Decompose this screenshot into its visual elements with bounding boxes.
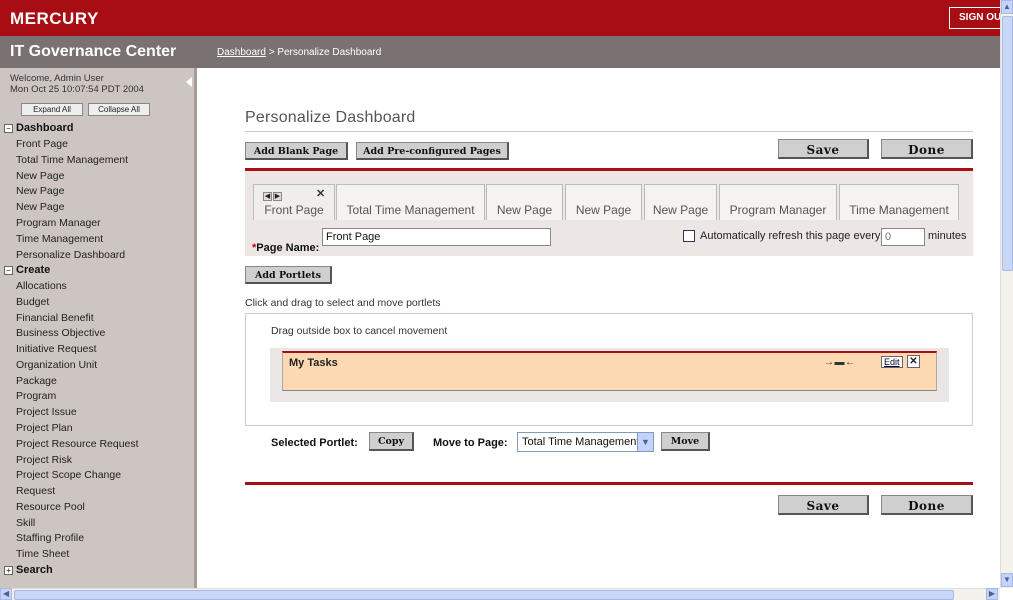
save-button-bottom[interactable]: Save (778, 495, 869, 515)
sidebar-item-front-page[interactable]: Front Page (16, 138, 68, 150)
auto-refresh-checkbox[interactable] (683, 230, 695, 242)
page-title: Personalize Dashboard (245, 109, 416, 126)
page-name-label: *Page Name: (252, 242, 320, 254)
sidebar-item-project-plan[interactable]: Project Plan (16, 422, 73, 434)
sidebar-item-time-sheet[interactable]: Time Sheet (16, 548, 69, 560)
app-title: IT Governance Center (10, 43, 177, 60)
sidebar-item-skill[interactable]: Skill (16, 517, 35, 529)
sidebar-item-staffing-profile[interactable]: Staffing Profile (16, 532, 84, 544)
vertical-scrollbar[interactable]: ▲ ▼ (1000, 0, 1013, 588)
scroll-right-icon[interactable]: ▶ (986, 588, 998, 600)
move-to-page-value: Total Time Management (522, 436, 640, 448)
done-button-bottom[interactable]: Done (881, 495, 973, 515)
sidebar-item-business-objective[interactable]: Business Objective (16, 327, 105, 339)
welcome-text: Welcome, Admin User Mon Oct 25 10:07:54 … (10, 73, 144, 95)
add-preconfigured-pages-button[interactable]: Add Pre-configured Pages (356, 142, 509, 160)
vertical-scroll-thumb[interactable] (1002, 16, 1013, 271)
sidebar-item-time-management[interactable]: Time Management (16, 233, 103, 245)
close-tab-icon[interactable]: ✕ (316, 187, 325, 200)
app-header-bar: IT Governance Center Dashboard > Persona… (0, 36, 1000, 68)
tab-total-time-management[interactable]: Total Time Management (336, 184, 485, 220)
portlet-layout-box: Drag outside box to cancel movement My T… (245, 313, 973, 426)
sidebar-section-create[interactable]: − Create (4, 264, 50, 276)
divider (245, 131, 973, 132)
welcome-user: Welcome, Admin User (10, 73, 104, 84)
sidebar-item-resource-pool[interactable]: Resource Pool (16, 501, 85, 513)
sidebar-item-personalize-dashboard[interactable]: Personalize Dashboard (16, 249, 125, 261)
sidebar-item-allocations[interactable]: Allocations (16, 280, 67, 292)
sidebar-item-financial-benefit[interactable]: Financial Benefit (16, 312, 94, 324)
tab-controls: ◀ ▶ (263, 189, 283, 201)
sidebar-item-new-page[interactable]: New Page (16, 201, 64, 213)
breadcrumb: Dashboard > Personalize Dashboard (217, 47, 381, 58)
sidebar-section-dashboard[interactable]: − Dashboard (4, 122, 73, 134)
portlet-title: My Tasks (289, 357, 338, 369)
divider (245, 482, 973, 485)
move-to-page-select[interactable]: Total Time Management ▼ (517, 432, 654, 452)
tab-time-management[interactable]: Time Management (839, 184, 959, 220)
portlet-my-tasks[interactable]: My Tasks →▬← Edit ✕ (282, 351, 937, 391)
top-bar: MERCURY SIGN OUT (0, 0, 1009, 36)
sidebar-item-budget[interactable]: Budget (16, 296, 49, 308)
sidebar: Welcome, Admin User Mon Oct 25 10:07:54 … (0, 68, 197, 588)
breadcrumb-current: > Personalize Dashboard (265, 47, 382, 58)
page-name-input[interactable] (322, 228, 551, 246)
sidebar-item-program[interactable]: Program (16, 390, 56, 402)
collapse-toggle-icon[interactable]: − (4, 266, 13, 275)
welcome-date: Mon Oct 25 10:07:54 PDT 2004 (10, 84, 144, 95)
move-tab-right-icon[interactable]: ▶ (273, 192, 282, 201)
sidebar-item-package[interactable]: Package (16, 375, 57, 387)
move-button[interactable]: Move (661, 432, 710, 451)
main-content: Personalize Dashboard Add Blank Page Add… (200, 68, 1000, 588)
cancel-hint-text: Drag outside box to cancel movement (271, 325, 448, 337)
sidebar-item-request[interactable]: Request (16, 485, 55, 497)
tab-new-page[interactable]: New Page (565, 184, 642, 220)
breadcrumb-dashboard-link[interactable]: Dashboard (217, 47, 266, 58)
scroll-down-icon[interactable]: ▼ (1001, 573, 1013, 587)
sidebar-item-project-risk[interactable]: Project Risk (16, 454, 72, 466)
sidebar-item-new-page[interactable]: New Page (16, 185, 64, 197)
scroll-up-icon[interactable]: ▲ (1001, 0, 1013, 14)
chevron-down-icon[interactable]: ▼ (637, 433, 653, 451)
done-button[interactable]: Done (881, 139, 973, 159)
move-to-page-label: Move to Page: (433, 437, 508, 449)
refresh-minutes-input[interactable] (881, 228, 925, 246)
minutes-label: minutes (928, 230, 967, 242)
collapse-sidebar-icon[interactable] (186, 77, 192, 87)
horizontal-scrollbar[interactable]: ◀ ▶ (0, 588, 1000, 600)
sidebar-item-project-scope-change[interactable]: Project Scope Change (16, 469, 121, 481)
move-tab-left-icon[interactable]: ◀ (263, 192, 272, 201)
sidebar-item-program-manager[interactable]: Program Manager (16, 217, 101, 229)
sidebar-item-project-resource-request[interactable]: Project Resource Request (16, 438, 139, 450)
add-portlets-button[interactable]: Add Portlets (245, 266, 332, 284)
sidebar-item-total-time-management[interactable]: Total Time Management (16, 154, 128, 166)
sidebar-item-organization-unit[interactable]: Organization Unit (16, 359, 97, 371)
resize-width-icon[interactable]: →▬← (824, 357, 856, 368)
sidebar-item-project-issue[interactable]: Project Issue (16, 406, 77, 418)
sidebar-item-initiative-request[interactable]: Initiative Request (16, 343, 97, 355)
brand-logo: MERCURY (10, 9, 99, 28)
horizontal-scroll-thumb[interactable] (14, 590, 954, 600)
tab-new-page[interactable]: New Page (486, 184, 563, 220)
tab-new-page[interactable]: New Page (644, 184, 717, 220)
sidebar-item-new-page[interactable]: New Page (16, 170, 64, 182)
add-blank-page-button[interactable]: Add Blank Page (245, 142, 348, 160)
collapse-toggle-icon[interactable]: − (4, 124, 13, 133)
portlet-drop-zone: My Tasks →▬← Edit ✕ (270, 348, 949, 402)
expand-toggle-icon[interactable]: + (4, 566, 13, 575)
selected-portlet-label: Selected Portlet: (271, 437, 358, 449)
scroll-left-icon[interactable]: ◀ (0, 588, 12, 600)
portlet-close-icon[interactable]: ✕ (907, 355, 920, 368)
expand-all-button[interactable]: Expand All (21, 103, 83, 116)
tab-program-manager[interactable]: Program Manager (719, 184, 837, 220)
drag-hint-text: Click and drag to select and move portle… (245, 297, 441, 309)
auto-refresh-label: Automatically refresh this page every (700, 230, 881, 242)
sidebar-section-search[interactable]: + Search (4, 564, 53, 576)
save-button[interactable]: Save (778, 139, 869, 159)
portlet-edit-link[interactable]: Edit (881, 356, 903, 368)
copy-button[interactable]: Copy (369, 432, 414, 451)
collapse-all-button[interactable]: Collapse All (88, 103, 150, 116)
